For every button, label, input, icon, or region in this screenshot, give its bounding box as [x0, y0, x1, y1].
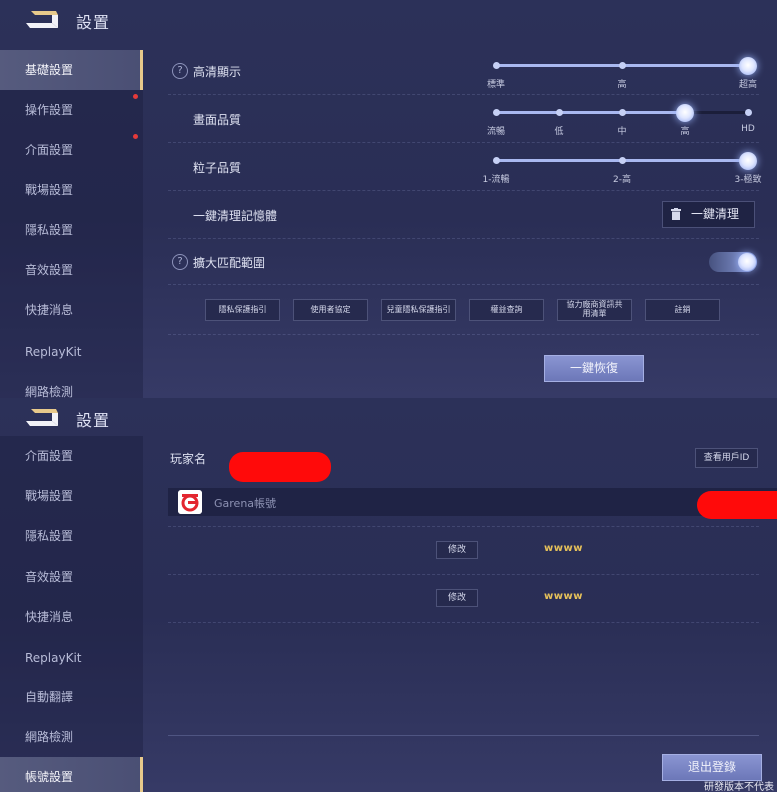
deregister-button[interactable]: 註銷 [645, 299, 720, 321]
divider [168, 526, 759, 527]
slider-tick-label: HD [741, 124, 755, 134]
restore-defaults-button[interactable]: 一鍵恢復 [544, 355, 644, 382]
child-privacy-guide-button[interactable]: 兒童隱私保護指引 [381, 299, 456, 321]
page-title: 設置 [76, 13, 111, 32]
sidebar-item-auto-translate[interactable]: 自動翻譯 [0, 677, 143, 717]
clear-memory-label: 一鍵清理記憶體 [193, 209, 278, 223]
logout-button[interactable]: 退出登錄 [662, 754, 762, 781]
help-icon[interactable]: ? [172, 254, 188, 270]
slider-fill [496, 111, 685, 114]
divider [168, 334, 759, 335]
slider-tick-label: 流暢 [486, 127, 506, 137]
privacy-guide-button[interactable]: 隱私保護指引 [205, 299, 280, 321]
redaction-mark [229, 452, 331, 482]
sidebar-item-network-test[interactable]: 網路檢測 [0, 717, 143, 757]
view-user-id-button[interactable]: 查看用戶ID [695, 448, 758, 468]
slider-tick[interactable] [493, 157, 500, 164]
slider-tick[interactable] [493, 62, 500, 69]
slider-knob[interactable] [676, 104, 694, 122]
toggle-knob [738, 253, 756, 271]
edit-button[interactable]: 修改 [436, 589, 478, 607]
sidebar-item-interface[interactable]: 介面設置 [0, 130, 143, 170]
garena-account-row: Garena帳號 [168, 488, 777, 516]
particle-quality-slider[interactable]: 1-流暢 2-高 3-極致 [483, 147, 761, 187]
sidebar-item-network-test[interactable]: 網路檢測 [0, 372, 143, 398]
sidebar-item-basic[interactable]: 基礎設置 [0, 50, 143, 90]
user-agreement-button[interactable]: 使用者協定 [293, 299, 368, 321]
help-icon[interactable]: ? [172, 63, 188, 79]
watermark-text: 研發版本不代表 [704, 782, 774, 792]
slider-tick[interactable] [619, 109, 626, 116]
hd-display-label: 高清顯示 [193, 65, 242, 79]
hd-display-slider[interactable]: 標準 高 超高 [487, 52, 757, 92]
slider-tick-label: 中 [617, 127, 627, 137]
rights-inquiry-button[interactable]: 權益查詢 [469, 299, 544, 321]
trash-icon [671, 208, 681, 220]
clear-memory-button[interactable]: 一鍵清理 [662, 201, 755, 228]
garena-logo-icon [178, 490, 202, 514]
slider-tick-label: 超高 [738, 80, 758, 90]
slider-tick-label: 1-流暢 [482, 175, 510, 185]
third-party-sharing-list-button[interactable]: 協力廠商資訊共用清單 [557, 299, 632, 321]
sidebar-item-battlefield[interactable]: 戰場設置 [0, 170, 143, 210]
sidebar-item-quick-messages[interactable]: 快捷消息 [0, 597, 143, 637]
expand-match-toggle[interactable] [709, 252, 757, 272]
notification-dot [133, 134, 138, 139]
slider-tick[interactable] [556, 109, 563, 116]
notification-dot [133, 94, 138, 99]
sidebar-item-controls[interactable]: 操作設置 [0, 90, 143, 130]
back-arrow-icon[interactable] [22, 405, 62, 431]
divider [168, 142, 759, 143]
header: 設置 [0, 398, 777, 438]
sidebar: 基礎設置 操作設置 介面設置 戰場設置 隱私設置 音效設置 快捷消息 Repla… [0, 50, 143, 398]
garena-account-label: Garena帳號 [214, 497, 277, 510]
divider [168, 190, 759, 191]
sidebar-item-privacy[interactable]: 隱私設置 [0, 210, 143, 250]
slider-tick[interactable] [493, 109, 500, 116]
sidebar-item-sound[interactable]: 音效設置 [0, 250, 143, 290]
sidebar-item-interface[interactable]: 介面設置 [0, 436, 143, 476]
edit-button[interactable]: 修改 [436, 541, 478, 559]
sidebar-item-battlefield[interactable]: 戰場設置 [0, 476, 143, 516]
sidebar-item-sound[interactable]: 音效設置 [0, 557, 143, 597]
slider-knob[interactable] [739, 57, 757, 75]
settings-panel-account: 設置 介面設置 戰場設置 隱私設置 音效設置 快捷消息 ReplayKit 自動… [0, 398, 777, 792]
sidebar-item-replaykit[interactable]: ReplayKit [0, 332, 143, 372]
account-value: wwww [544, 591, 583, 602]
settings-panel-basic: 設置 基礎設置 操作設置 介面設置 戰場設置 隱私設置 音效設置 快捷消息 Re… [0, 0, 777, 398]
graphics-quality-slider[interactable]: 流暢 低 中 高 HD [487, 99, 755, 139]
graphics-quality-label: 畫面品質 [193, 113, 242, 127]
player-name-label: 玩家名 [170, 452, 207, 466]
particle-quality-label: 粒子品質 [193, 161, 242, 175]
sidebar: 介面設置 戰場設置 隱私設置 音效設置 快捷消息 ReplayKit 自動翻譯 … [0, 436, 143, 792]
slider-tick-label: 標準 [486, 80, 506, 90]
sidebar-item-account[interactable]: 帳號設置 [0, 757, 143, 792]
slider-knob[interactable] [739, 152, 757, 170]
sidebar-item-privacy[interactable]: 隱私設置 [0, 516, 143, 556]
divider [168, 735, 759, 736]
divider [168, 94, 759, 95]
slider-tick[interactable] [745, 109, 752, 116]
slider-tick[interactable] [619, 62, 626, 69]
header: 設置 [0, 0, 777, 40]
slider-tick-label: 2-高 [613, 175, 631, 185]
slider-tick-label: 高 [617, 80, 627, 90]
redaction-mark [697, 491, 777, 519]
slider-tick[interactable] [619, 157, 626, 164]
page-title: 設置 [76, 411, 111, 430]
divider [168, 574, 759, 575]
divider [168, 622, 759, 623]
slider-tick-label: 高 [680, 127, 690, 137]
sidebar-item-quick-messages[interactable]: 快捷消息 [0, 290, 143, 330]
slider-tick-label: 3-極致 [734, 175, 762, 185]
back-arrow-icon[interactable] [22, 7, 62, 33]
expand-match-label: 擴大匹配範圍 [193, 256, 266, 270]
account-value: wwww [544, 543, 583, 554]
sidebar-item-replaykit[interactable]: ReplayKit [0, 638, 143, 678]
divider [168, 284, 759, 285]
divider [168, 238, 759, 239]
slider-tick-label: 低 [554, 127, 564, 137]
